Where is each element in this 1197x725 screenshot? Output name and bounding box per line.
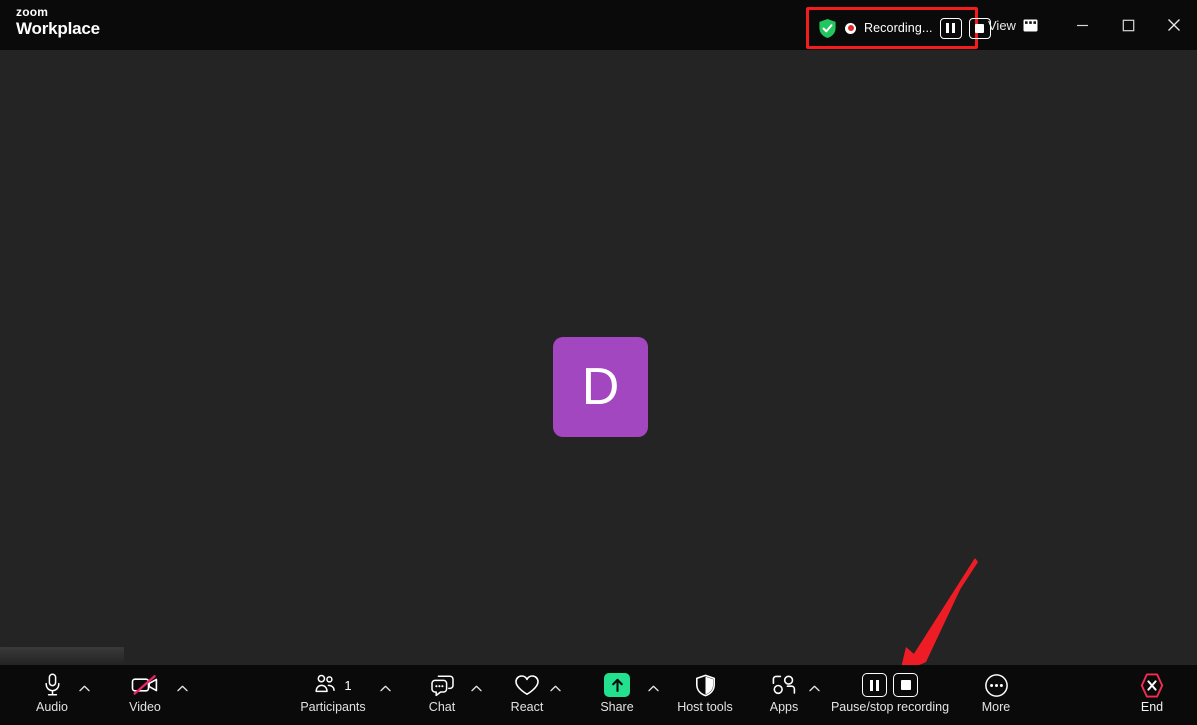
view-button-label: View <box>988 17 1016 33</box>
shield-check-icon <box>819 18 836 38</box>
toolbar-label-video: Video <box>129 700 161 714</box>
camera-off-icon <box>130 672 160 698</box>
toolbar-label-more: More <box>981 700 1011 714</box>
shield-host-icon <box>695 672 716 698</box>
microphone-icon <box>44 672 61 698</box>
toolbar-label-participants: Participants <box>300 700 366 714</box>
toolbar-item-end[interactable]: End <box>1128 665 1176 725</box>
brand-workplace-text: Workplace <box>16 19 100 38</box>
minimize-icon <box>1076 24 1088 26</box>
participants-icon-group: 1 <box>314 672 352 698</box>
toolbar-label-react: React <box>510 700 544 714</box>
recording-indicator-highlight: Recording... <box>806 7 991 49</box>
chevron-up-icon <box>808 685 820 692</box>
app-brand: zoom Workplace <box>16 6 100 37</box>
participants-options-caret[interactable] <box>379 684 391 693</box>
toolbar-item-apps[interactable]: Apps <box>761 665 807 725</box>
toolbar-item-more[interactable]: More <box>971 665 1021 725</box>
toolbar-label-end: End <box>1140 700 1164 714</box>
meeting-stage: D <box>0 50 1197 669</box>
heart-icon <box>514 672 540 698</box>
chat-bubble-icon <box>430 672 455 698</box>
chevron-up-icon <box>379 685 391 692</box>
more-ellipsis-icon <box>984 672 1009 698</box>
toolbar-item-share[interactable]: Share <box>593 665 641 725</box>
toolbar-label-apps: Apps <box>769 700 799 714</box>
chevron-up-icon <box>176 685 188 692</box>
meeting-toolbar: Audio Video 1 Participants Chat React Sh… <box>0 665 1197 725</box>
toolbar-item-video[interactable]: Video <box>121 665 169 725</box>
chevron-up-icon <box>78 685 90 692</box>
participants-count: 1 <box>344 677 352 693</box>
chevron-up-icon <box>549 685 561 692</box>
close-icon <box>1168 19 1180 31</box>
audio-options-caret[interactable] <box>78 684 90 693</box>
toolbar-item-audio[interactable]: Audio <box>28 665 76 725</box>
share-options-caret[interactable] <box>647 684 659 693</box>
minimize-button[interactable] <box>1059 0 1105 50</box>
pause-recording-button[interactable] <box>939 17 962 39</box>
end-call-icon <box>1140 672 1164 698</box>
toolbar-stop-recording-button[interactable] <box>893 673 918 697</box>
maximize-icon <box>1122 19 1134 31</box>
toolbar-label-share: Share <box>600 700 634 714</box>
toolbar-item-host-tools[interactable]: Host tools <box>666 665 744 725</box>
pause-stop-icon <box>862 672 918 698</box>
record-dot-icon <box>844 22 857 35</box>
toolbar-label-audio: Audio <box>36 700 68 714</box>
avatar-initial: D <box>581 358 620 416</box>
participants-icon <box>315 674 336 693</box>
toolbar-item-participants[interactable]: 1 Participants <box>292 665 374 725</box>
close-button[interactable] <box>1151 0 1197 50</box>
apps-icon <box>771 672 797 698</box>
title-bar: zoom Workplace Recording... View <box>0 0 1197 50</box>
chevron-up-icon <box>470 685 482 692</box>
layout-grid-icon <box>1023 19 1038 31</box>
toolbar-item-pause-stop-recording[interactable]: Pause/stop recording <box>831 665 949 725</box>
recording-status-text: Recording... <box>864 21 933 35</box>
window-controls <box>1059 0 1197 50</box>
chat-options-caret[interactable] <box>470 684 482 693</box>
toolbar-label-host-tools: Host tools <box>677 700 733 714</box>
brand-zoom-text: zoom <box>16 5 49 19</box>
video-options-caret[interactable] <box>176 684 188 693</box>
participant-avatar-tile[interactable]: D <box>553 337 648 437</box>
chevron-up-icon <box>647 685 659 692</box>
share-screen-icon <box>604 672 630 698</box>
toolbar-label-chat: Chat <box>428 700 456 714</box>
toolbar-label-pause-stop-recording: Pause/stop recording <box>830 700 950 714</box>
maximize-button[interactable] <box>1105 0 1151 50</box>
view-button[interactable]: View <box>988 14 1038 36</box>
toolbar-pause-recording-button[interactable] <box>862 673 887 697</box>
apps-options-caret[interactable] <box>808 684 820 693</box>
react-options-caret[interactable] <box>549 684 561 693</box>
toolbar-item-chat[interactable]: Chat <box>418 665 466 725</box>
toolbar-item-react[interactable]: React <box>502 665 552 725</box>
